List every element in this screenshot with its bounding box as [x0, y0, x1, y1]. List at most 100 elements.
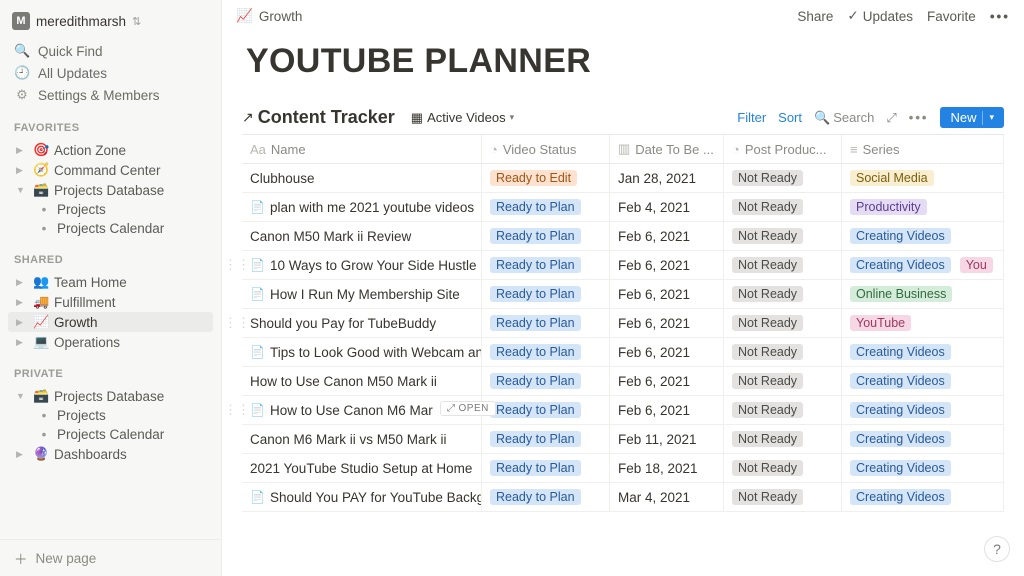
table-row[interactable]: 📄plan with me 2021 youtube videosReady t… — [242, 193, 1004, 222]
cell-status[interactable]: Ready to Edit — [482, 164, 610, 193]
cell-date[interactable]: Feb 6, 2021 — [610, 367, 724, 396]
cell-name[interactable]: 2021 YouTube Studio Setup at Home — [242, 454, 482, 483]
cell-post[interactable]: Not Ready — [724, 222, 842, 251]
cell-status[interactable]: Ready to Plan — [482, 367, 610, 396]
cell-series[interactable]: Creating VideosYou — [842, 251, 1004, 280]
drag-handle-icon[interactable]: ⋮⋮ — [224, 315, 250, 334]
cell-series[interactable]: Creating Videos — [842, 338, 1004, 367]
cell-date[interactable]: Feb 6, 2021 — [610, 222, 724, 251]
open-page-chip[interactable]: ⤢OPEN — [440, 401, 496, 416]
cell-series[interactable]: Social Media — [842, 164, 1004, 193]
cell-post[interactable]: Not Ready — [724, 483, 842, 512]
favorites-child-item[interactable]: •Projects Calendar — [8, 219, 213, 238]
cell-date[interactable]: Feb 4, 2021 — [610, 193, 724, 222]
cell-date[interactable]: Mar 4, 2021 — [610, 483, 724, 512]
cell-series[interactable]: Creating Videos — [842, 425, 1004, 454]
sort-button[interactable]: Sort — [778, 110, 802, 125]
cell-name[interactable]: 📄10 Ways to Grow Your Side Hustle in 2 — [242, 251, 482, 280]
cell-status[interactable]: Ready to Plan — [482, 483, 610, 512]
search-button[interactable]: 🔍 Search — [814, 110, 874, 126]
cell-post[interactable]: Not Ready — [724, 425, 842, 454]
caret-icon[interactable]: ▶ — [16, 449, 28, 460]
cell-date[interactable]: Jan 28, 2021 — [610, 164, 724, 193]
drag-handle-icon[interactable]: ⋮⋮ — [224, 257, 250, 276]
caret-icon[interactable]: ▼ — [16, 391, 28, 401]
cell-status[interactable]: Ready to Plan — [482, 338, 610, 367]
col-name[interactable]: AaName — [242, 135, 482, 164]
cell-status[interactable]: Ready to Plan — [482, 454, 610, 483]
cell-status[interactable]: Ready to Plan — [482, 251, 610, 280]
caret-icon[interactable]: ▶ — [16, 145, 28, 156]
cell-date[interactable]: Feb 6, 2021 — [610, 338, 724, 367]
cell-post[interactable]: Not Ready — [724, 338, 842, 367]
favorite-button[interactable]: Favorite — [927, 9, 976, 24]
col-status[interactable]: ◔Video Status — [482, 135, 610, 164]
caret-icon[interactable]: ▶ — [16, 297, 28, 308]
private-child-item[interactable]: •Projects Calendar — [8, 425, 213, 444]
table-row[interactable]: Should you Pay for TubeBuddyReady to Pla… — [242, 309, 1004, 338]
cell-post[interactable]: Not Ready — [724, 309, 842, 338]
table-row[interactable]: 📄How to Use Canon M6 MarReady to PlanFeb… — [242, 396, 1004, 425]
cell-date[interactable]: Feb 6, 2021 — [610, 251, 724, 280]
updates-button[interactable]: ✓ Updates — [847, 8, 913, 24]
caret-icon[interactable]: ▶ — [16, 165, 28, 176]
table-row[interactable]: 📄How I Run My Membership SiteReady to Pl… — [242, 280, 1004, 309]
table-row[interactable]: How to Use Canon M50 Mark iiReady to Pla… — [242, 367, 1004, 396]
db-more-button[interactable]: ••• — [909, 110, 929, 125]
favorites-item[interactable]: ▼🗃️Projects Database — [8, 180, 213, 200]
shared-item[interactable]: ▶👥Team Home — [8, 272, 213, 292]
settings-members[interactable]: ⚙ Settings & Members — [8, 84, 213, 106]
table-row[interactable]: Canon M6 Mark ii vs M50 Mark iiReady to … — [242, 425, 1004, 454]
private-child-item[interactable]: •Projects — [8, 406, 213, 425]
cell-series[interactable]: Creating Videos — [842, 454, 1004, 483]
cell-post[interactable]: Not Ready — [724, 193, 842, 222]
private-item[interactable]: ▼🗃️Projects Database — [8, 386, 213, 406]
cell-status[interactable]: Ready to Plan — [482, 396, 610, 425]
more-menu-button[interactable]: ••• — [990, 9, 1010, 24]
table-row[interactable]: ClubhouseReady to EditJan 28, 2021Not Re… — [242, 164, 1004, 193]
cell-name[interactable]: Should you Pay for TubeBuddy — [242, 309, 482, 338]
cell-post[interactable]: Not Ready — [724, 164, 842, 193]
table-row[interactable]: Canon M50 Mark ii ReviewReady to PlanFeb… — [242, 222, 1004, 251]
col-series[interactable]: ≡Series — [842, 135, 1004, 164]
cell-status[interactable]: Ready to Plan — [482, 222, 610, 251]
cell-name[interactable]: 📄Tips to Look Good with Webcam and — [242, 338, 482, 367]
filter-button[interactable]: Filter — [737, 110, 766, 125]
row-handle[interactable]: ＋⋮⋮ — [222, 402, 250, 421]
col-date[interactable]: ▥Date To Be ... — [610, 135, 724, 164]
view-switcher[interactable]: ▦ Active Videos ▾ — [405, 108, 520, 128]
shared-item[interactable]: ▶📈Growth — [8, 312, 213, 332]
cell-post[interactable]: Not Ready — [724, 251, 842, 280]
cell-series[interactable]: Online Business — [842, 280, 1004, 309]
cell-date[interactable]: Feb 11, 2021 — [610, 425, 724, 454]
new-page-button[interactable]: ＋ New page — [0, 539, 221, 576]
cell-date[interactable]: Feb 6, 2021 — [610, 309, 724, 338]
cell-name[interactable]: 📄How I Run My Membership Site — [242, 280, 482, 309]
cell-series[interactable]: Creating Videos — [842, 483, 1004, 512]
help-button[interactable]: ? — [984, 536, 1010, 562]
cell-series[interactable]: Productivity — [842, 193, 1004, 222]
table-row[interactable]: 📄Should You PAY for YouTube BackgroReady… — [242, 483, 1004, 512]
cell-name[interactable]: Canon M50 Mark ii Review — [242, 222, 482, 251]
cell-series[interactable]: Creating Videos — [842, 367, 1004, 396]
private-item[interactable]: ▶🔮Dashboards — [8, 444, 213, 464]
cell-post[interactable]: Not Ready — [724, 396, 842, 425]
row-handle[interactable]: ＋⋮⋮ — [222, 315, 250, 334]
cell-status[interactable]: Ready to Plan — [482, 193, 610, 222]
cell-date[interactable]: Feb 18, 2021 — [610, 454, 724, 483]
caret-icon[interactable]: ▶ — [16, 277, 28, 288]
all-updates[interactable]: 🕘 All Updates — [8, 62, 213, 84]
cell-post[interactable]: Not Ready — [724, 367, 842, 396]
favorites-item[interactable]: ▶🧭Command Center — [8, 160, 213, 180]
table-row[interactable]: 📄Tips to Look Good with Webcam andReady … — [242, 338, 1004, 367]
caret-icon[interactable]: ▼ — [16, 185, 28, 195]
expand-icon[interactable]: ⤢ — [886, 110, 896, 126]
row-handle[interactable]: ＋⋮⋮ — [222, 257, 250, 276]
cell-name[interactable]: 📄plan with me 2021 youtube videos — [242, 193, 482, 222]
favorites-item[interactable]: ▶🎯Action Zone — [8, 140, 213, 160]
breadcrumb[interactable]: 📈 Growth — [236, 8, 302, 24]
col-post[interactable]: ◔Post Produc... — [724, 135, 842, 164]
table-row[interactable]: 2021 YouTube Studio Setup at HomeReady t… — [242, 454, 1004, 483]
caret-icon[interactable]: ▶ — [16, 337, 28, 348]
cell-name[interactable]: Canon M6 Mark ii vs M50 Mark ii — [242, 425, 482, 454]
